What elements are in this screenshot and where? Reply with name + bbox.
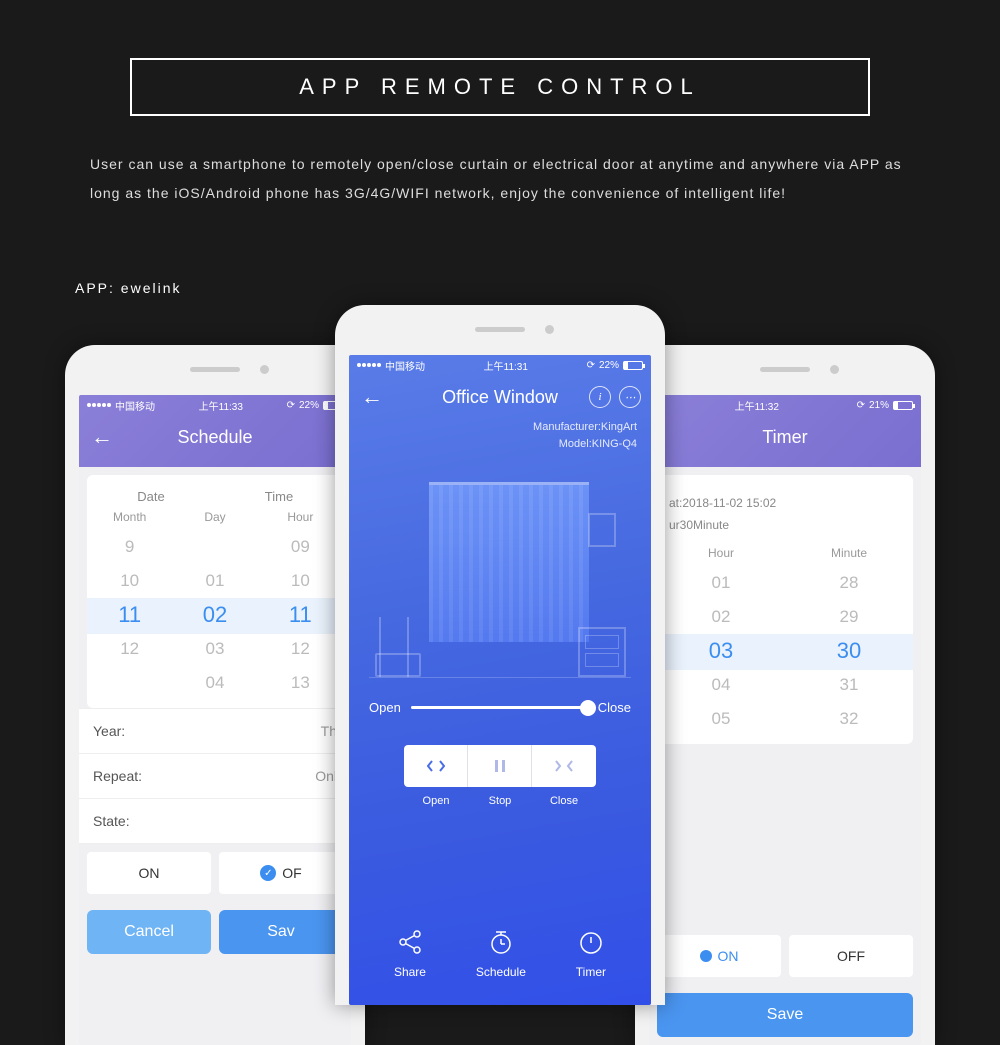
page-title: Timer <box>762 427 807 448</box>
info-icon[interactable]: i <box>589 386 611 408</box>
status-bar: 中国移动 上午11:31 ⟳ 22% <box>349 355 651 375</box>
timer-action[interactable]: Timer <box>576 927 606 979</box>
save-button[interactable]: Sav <box>219 910 343 954</box>
close-button[interactable] <box>532 745 596 787</box>
cancel-button[interactable]: Cancel <box>87 910 211 954</box>
stop-button[interactable] <box>468 745 532 787</box>
subcol-hour: Hour <box>657 546 785 560</box>
status-bar: 上午11:32 ⟳ 21% <box>649 395 921 415</box>
timer-icon <box>576 927 606 957</box>
subcol-hour: Hour <box>258 510 343 524</box>
more-icon[interactable]: ⋯ <box>619 386 641 408</box>
subcol-day: Day <box>172 510 257 524</box>
state-off-button[interactable]: OFF <box>789 935 913 977</box>
subcol-month: Month <box>87 510 172 524</box>
col-date: Date <box>87 489 215 504</box>
carrier-label: 中国移动 <box>115 398 155 413</box>
page-title: Office Window <box>442 387 558 408</box>
date-picker[interactable]: 9 10 11 12 01 02 03 04 <box>87 530 343 700</box>
schedule-icon <box>486 927 516 957</box>
pause-icon <box>494 759 506 773</box>
banner-box: APP REMOTE CONTROL <box>130 58 870 116</box>
phone-timer: 上午11:32 ⟳ 21% Timer at:2018-11-02 15:02 … <box>635 345 935 1045</box>
battery-percent: 22% <box>299 400 319 411</box>
slider-close-label: Close <box>598 700 631 715</box>
schedule-action[interactable]: Schedule <box>476 927 526 979</box>
carrier-label: 中国移动 <box>385 358 425 373</box>
share-icon <box>395 927 425 957</box>
status-bar: 中国移动 上午11:33 ⟳ 22% <box>79 395 351 415</box>
close-label: Close <box>532 795 596 807</box>
app-name-label: APP: ewelink <box>75 280 181 296</box>
year-row[interactable]: Year: Th <box>79 708 351 753</box>
subcol-minute: Minute <box>785 546 913 560</box>
back-arrow-icon[interactable]: ← <box>91 424 113 450</box>
phone-office-window: 中国移动 上午11:31 ⟳ 22% ← Office Window i ⋯ <box>335 305 665 1005</box>
open-label: Open <box>404 795 468 807</box>
state-off-button[interactable]: ✓ OF <box>219 852 343 894</box>
curtain-icon <box>429 482 589 642</box>
share-action[interactable]: Share <box>394 927 426 979</box>
col-time: Time <box>215 489 343 504</box>
slider-thumb[interactable] <box>580 700 596 716</box>
status-time: 上午11:31 <box>484 358 528 373</box>
repeat-row[interactable]: Repeat: Onl <box>79 753 351 798</box>
open-button[interactable] <box>404 745 468 787</box>
device-meta: Manufacturer:KingArt Model:KING-Q4 <box>349 419 651 458</box>
battery-percent: 21% <box>869 400 889 411</box>
radio-on-icon <box>700 950 712 962</box>
open-arrows-icon <box>427 759 445 773</box>
phone-schedule: 中国移动 上午11:33 ⟳ 22% ← Schedule <box>65 345 365 1045</box>
battery-percent: 22% <box>599 360 619 371</box>
state-on-button[interactable]: ON <box>657 935 781 977</box>
time-picker[interactable]: 01 02 03 04 05 28 29 30 31 <box>657 566 913 736</box>
timer-meta: at:2018-11-02 15:02 ur30Minute <box>657 483 913 546</box>
status-time: 上午11:32 <box>735 398 779 413</box>
banner-description: User can use a smartphone to remotely op… <box>90 150 910 209</box>
picture-frame-icon <box>588 513 616 547</box>
phone-mockups: 中国移动 上午11:33 ⟳ 22% ← Schedule <box>0 305 1000 1005</box>
stop-label: Stop <box>468 795 532 807</box>
status-time: 上午11:33 <box>199 398 243 413</box>
check-icon: ✓ <box>260 865 276 881</box>
plant-icon <box>379 617 409 677</box>
curtain-illustration <box>369 468 631 678</box>
close-arrows-icon <box>555 759 573 773</box>
state-row: State: <box>79 798 351 844</box>
page-title: Schedule <box>177 427 252 448</box>
banner-title: APP REMOTE CONTROL <box>132 74 868 100</box>
state-on-button[interactable]: ON <box>87 852 211 894</box>
slider-open-label: Open <box>369 700 401 715</box>
dresser-icon <box>578 627 626 677</box>
open-close-slider[interactable] <box>411 706 588 709</box>
back-arrow-icon[interactable]: ← <box>361 384 383 410</box>
